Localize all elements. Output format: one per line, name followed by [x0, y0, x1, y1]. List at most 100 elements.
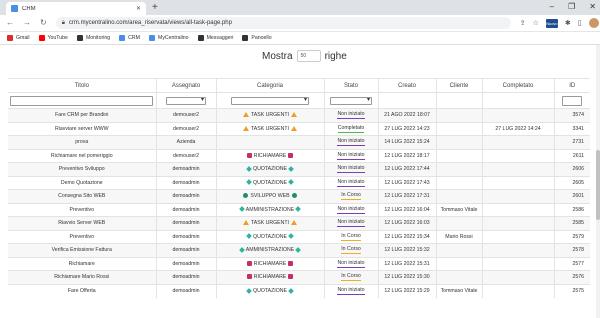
status-badge: Completato — [337, 124, 365, 133]
cell-completato — [482, 108, 555, 122]
crm-page: Mostra 50 righe Titolo Assegnato Categoria… — [0, 45, 596, 318]
cell-creato: 12 LUG 2022 17:44 — [378, 162, 437, 176]
maximize-icon[interactable]: ❐ — [568, 2, 575, 11]
cell-assegnato: Azienda — [156, 135, 217, 149]
address-bar[interactable]: 🔒︎ crm.mycentralino.com/area_riservata/v… — [55, 17, 511, 29]
rows-per-page-select[interactable]: 50 — [296, 50, 321, 62]
table-row[interactable]: Richiamare nel pomeriggio demouser2 RICHIA… — [8, 148, 590, 163]
column-header[interactable]: Creato — [378, 78, 437, 93]
url-text: crm.mycentralino.com/area_riservata/view… — [68, 20, 232, 26]
status-badge: Non iniziato — [337, 138, 365, 147]
column-header[interactable]: Assegnato — [156, 78, 217, 93]
extensions-icon[interactable]: ✱ — [565, 20, 571, 27]
forward-icon[interactable]: → — [23, 19, 31, 27]
category-globe-icon — [243, 193, 249, 199]
bookmark-item[interactable]: Messaggeri — [197, 35, 233, 41]
table-row[interactable]: Riavvio Server WEB demoadmin TASK URGENTI N… — [8, 216, 590, 230]
column-header[interactable]: Categoria — [216, 78, 325, 93]
cell-assegnato: demoadmin — [156, 270, 217, 284]
minimize-icon[interactable]: – — [550, 2, 554, 11]
category-label: RICHIAMARE — [253, 260, 287, 267]
close-tab-icon[interactable]: ✕ — [136, 5, 141, 12]
cell-completato: 27 LUG 2022 14:24 — [482, 121, 555, 136]
table-row[interactable]: Consegna Sito WEB demoadmin SVILUPPO WEB In… — [8, 189, 590, 203]
column-header[interactable]: Stato — [324, 78, 379, 93]
titolo-filter-input[interactable] — [10, 95, 154, 106]
stato-filter-select[interactable] — [330, 96, 372, 105]
category-call-icon — [288, 274, 294, 280]
share-icon[interactable]: ⇪ — [520, 20, 526, 27]
column-header[interactable]: Completato — [482, 78, 555, 93]
id-filter-input[interactable] — [562, 95, 583, 106]
status-badge: Non iniziato — [337, 151, 365, 160]
cell-completato — [482, 135, 555, 149]
cell-assegnato: demoadmin — [156, 229, 217, 244]
back-icon[interactable]: ← — [6, 19, 14, 27]
bookmark-label: CRM — [128, 35, 140, 41]
cell-stato: Non iniziato — [324, 256, 379, 271]
category-warn-icon — [243, 220, 250, 226]
cell-categoria: QUOTAZIONE — [216, 175, 325, 190]
reload-icon[interactable]: ↻ — [40, 19, 47, 27]
table-row[interactable]: Preventivo demoadmin AMMINISTRAZIONE Non in… — [8, 202, 590, 217]
table-row[interactable]: Preventivo demoadmin QUOTAZIONE In Corso 12 … — [8, 229, 590, 244]
cell-id: 2579 — [554, 229, 590, 244]
sidebar-icon[interactable]: ▯ — [578, 20, 582, 27]
cell-assegnato: demoadmin — [156, 243, 217, 257]
cell-categoria: QUOTAZIONE — [216, 162, 325, 176]
browser-tab[interactable]: CRM ✕ — [6, 2, 146, 15]
cell-titolo: Richiamare nel pomeriggio — [8, 148, 157, 163]
categoria-filter-select[interactable] — [231, 96, 309, 105]
bookmark-icon — [242, 35, 249, 41]
scrollbar-thumb[interactable] — [596, 150, 600, 220]
category-diam-icon — [246, 233, 252, 240]
bookmark-item[interactable]: Monitoring — [76, 35, 110, 41]
cell-cliente — [436, 162, 483, 176]
bookmark-star-icon[interactable]: ☆ — [533, 20, 539, 27]
cell-completato — [482, 216, 555, 230]
bookmark-item[interactable]: Panoello — [242, 35, 272, 41]
category-diam-icon — [246, 287, 252, 294]
bookmark-item[interactable]: YouTube — [38, 35, 68, 41]
bookmark-item[interactable]: MyCentralino — [149, 35, 189, 41]
category-call-icon — [246, 274, 252, 280]
cell-assegnato: demoadmin — [156, 202, 217, 217]
cell-assegnato: demouser2 — [156, 108, 217, 122]
browser-tabstrip: CRM ✕ + – ❐ ✕ — [0, 0, 600, 15]
column-header[interactable]: Cliente — [436, 78, 483, 93]
status-badge: Non iniziato — [337, 219, 365, 228]
new-tab-icon[interactable]: + — [152, 2, 158, 13]
category-label: QUOTAZIONE — [253, 179, 287, 186]
close-window-icon[interactable]: ✕ — [589, 2, 596, 11]
extension-badge[interactable]: Nuovo — [545, 18, 558, 28]
table-row[interactable]: Verifica Emissione Fattura demoadmin AMMIN… — [8, 243, 590, 257]
profile-avatar[interactable] — [588, 18, 599, 28]
category-label: RICHIAMARE — [253, 274, 287, 281]
bookmark-item[interactable]: Gmail — [7, 35, 30, 41]
table-row[interactable]: Demo Quotazione demoadmin QUOTAZIONE Non in… — [8, 175, 590, 190]
table-row[interactable]: prova Azienda Non iniziato 14 LUG 2022 15:2… — [8, 135, 590, 149]
cell-titolo: Verifica Emissione Fattura — [8, 243, 157, 257]
table-row[interactable]: Fare Offerta demoadmin QUOTAZIONE Non inizi… — [8, 283, 590, 298]
table-row[interactable]: Richiamare Mario Rossi demoadmin RICHIAMAR… — [8, 270, 590, 284]
cell-completato — [482, 148, 555, 163]
righe-label: righe — [324, 50, 347, 62]
cell-stato: Non iniziato — [324, 135, 379, 149]
table-row[interactable]: Fare CRM per Brandini demouser2 TASK URGEN… — [8, 108, 590, 122]
table-row[interactable]: Richiamare demoadmin RICHIAMARE Non iniziat… — [8, 256, 590, 271]
cell-titolo: Riavvio Server WEB — [8, 216, 157, 230]
column-header[interactable]: Titolo — [8, 78, 157, 93]
column-header[interactable]: ID — [554, 78, 590, 93]
table-row[interactable]: Riavviare server WWW demouser2 TASK URGENT… — [8, 121, 590, 136]
cell-cliente: Tommaso Vitale — [436, 283, 483, 298]
cell-creato: 12 LUG 2022 15:29 — [378, 283, 437, 298]
assegnato-filter-select[interactable] — [166, 96, 206, 105]
page-scrollbar[interactable] — [596, 45, 600, 318]
page-length-control: Mostra 50 righe — [262, 50, 347, 62]
cell-categoria: AMMINISTRAZIONE — [216, 202, 325, 217]
table-row[interactable]: Preventivo Sviluppo demoadmin QUOTAZIONE No… — [8, 162, 590, 176]
crm-favicon-icon — [11, 5, 18, 12]
bookmark-item[interactable]: CRM — [119, 35, 140, 41]
bookmark-icon — [119, 35, 126, 41]
cell-categoria: AMMINISTRAZIONE — [216, 243, 325, 257]
